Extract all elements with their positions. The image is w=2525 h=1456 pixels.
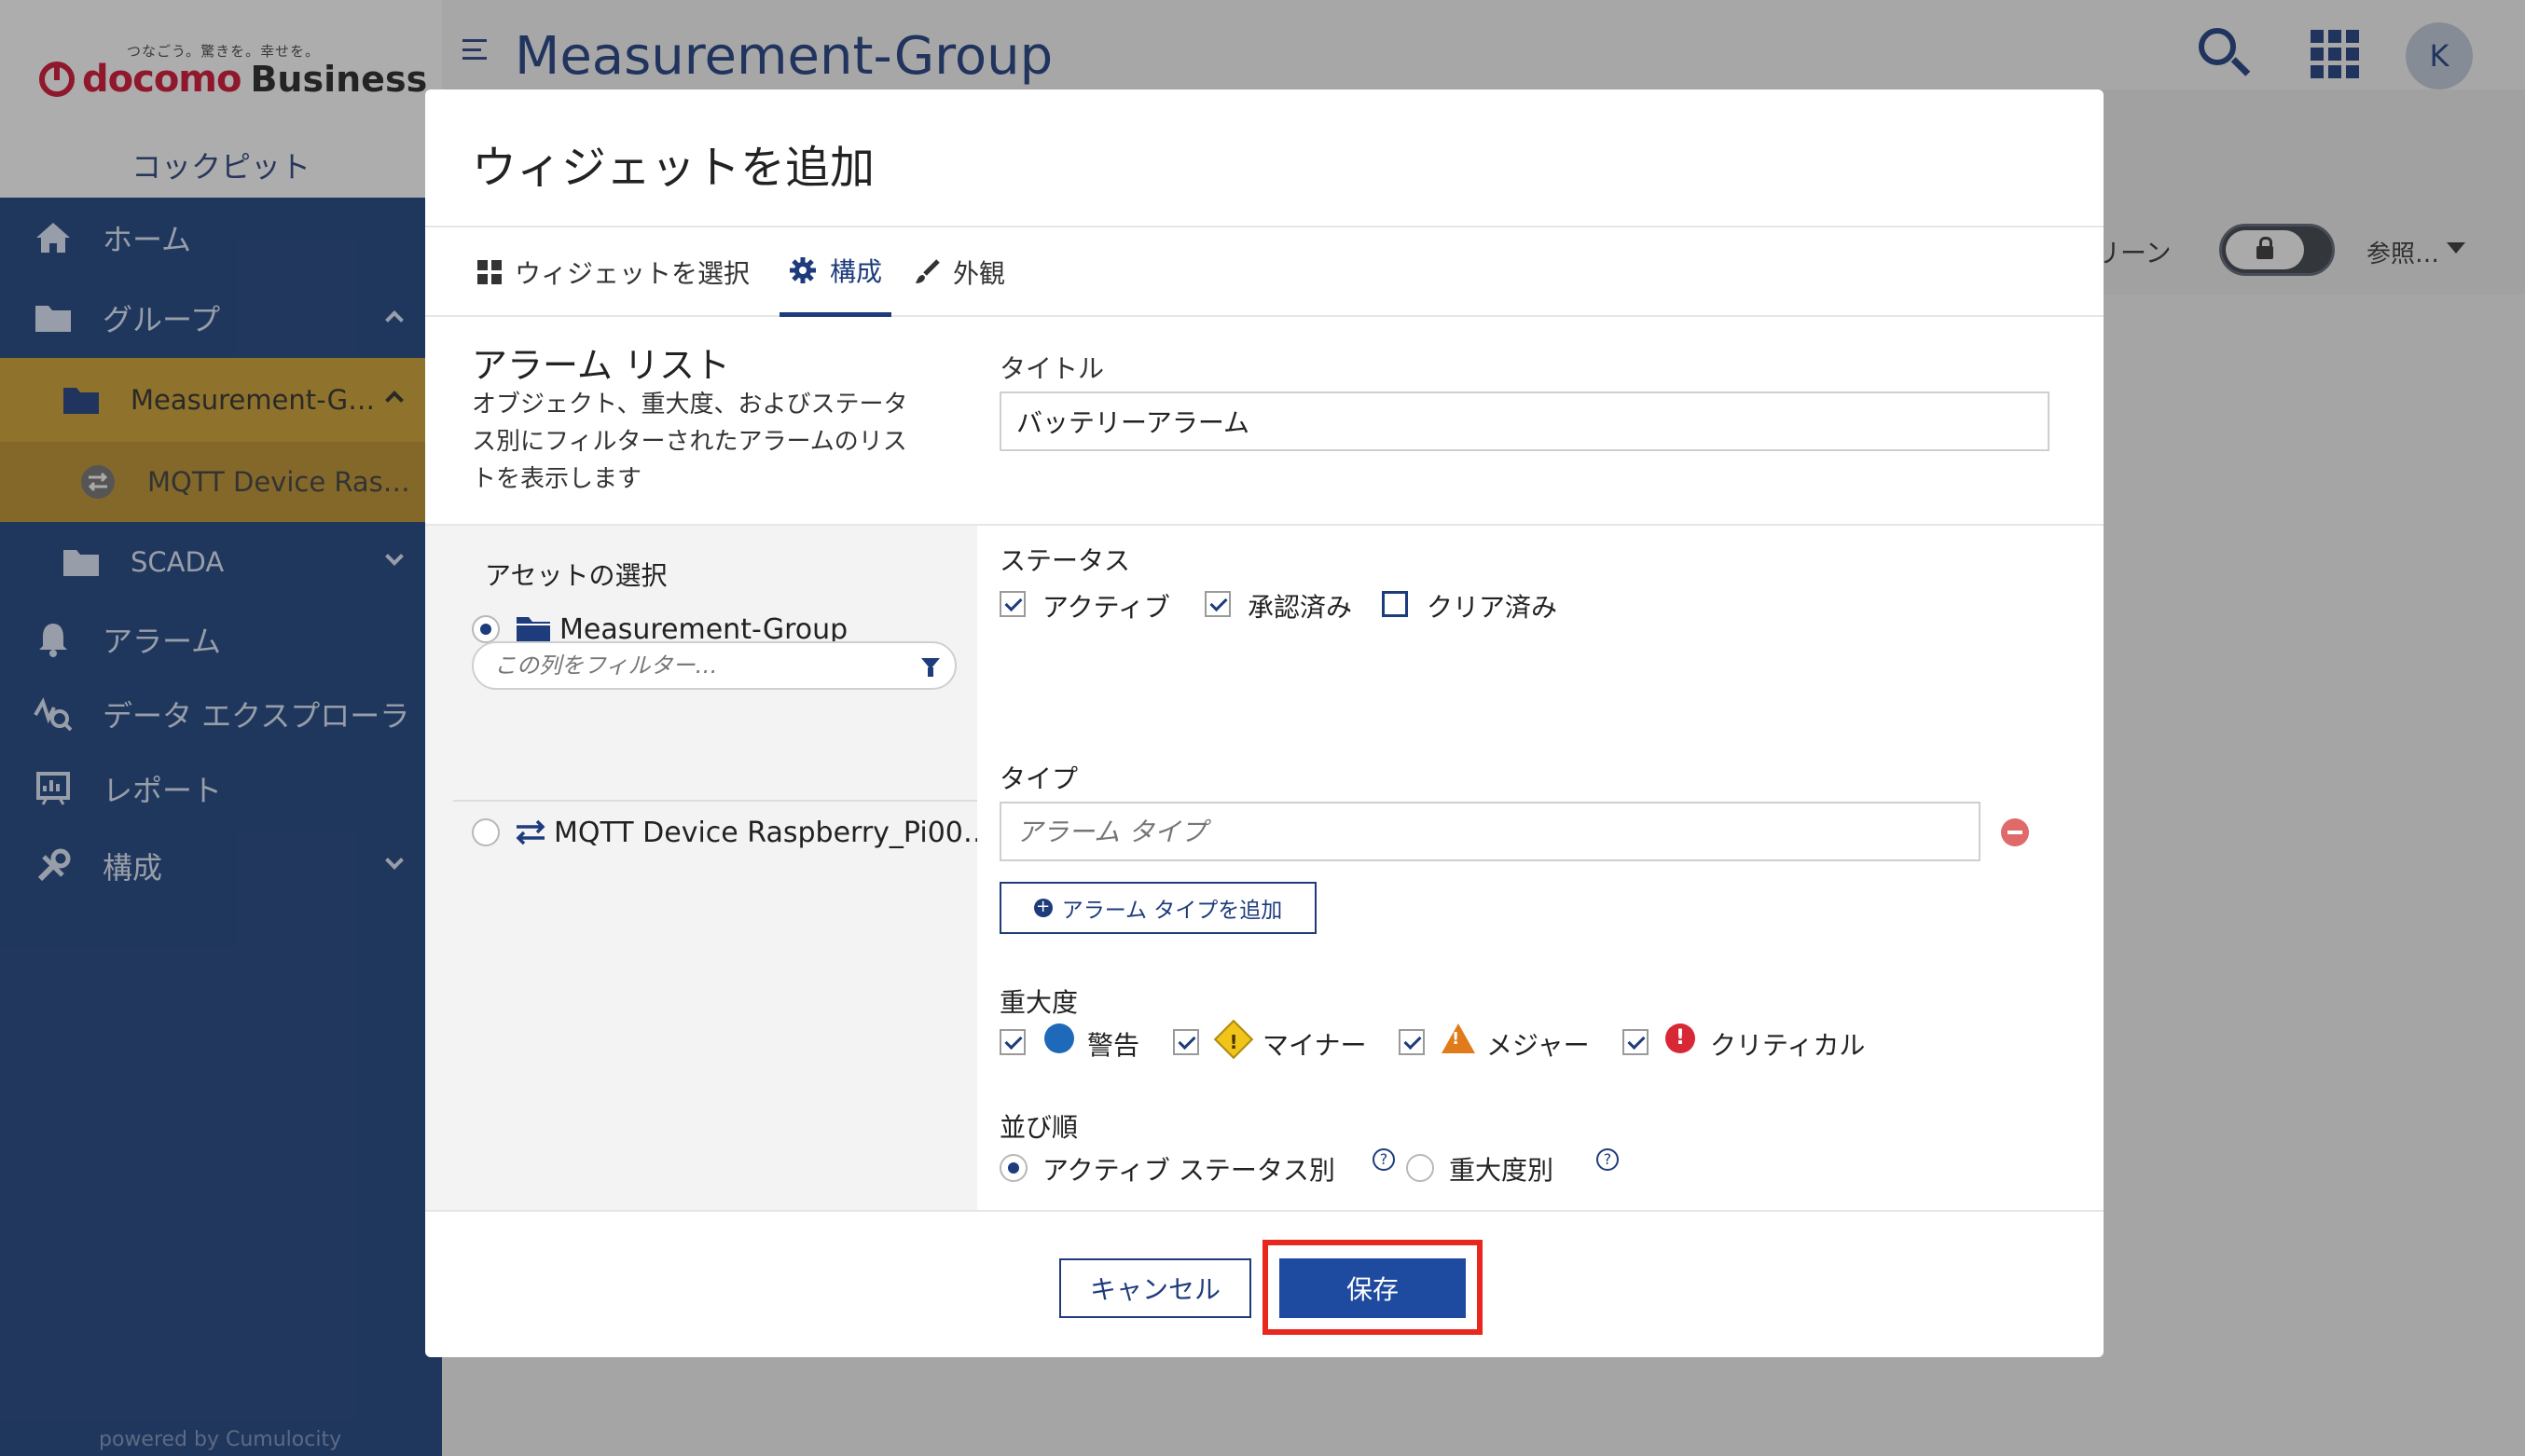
type-label: タイプ [1000, 763, 1079, 794]
status-option-label: アクティブ [1042, 592, 1170, 623]
save-button[interactable]: 保存 [1279, 1258, 1466, 1318]
tab-configuration[interactable]: 構成 [780, 227, 892, 317]
plus-circle-icon: + [1033, 899, 1053, 917]
status-cleared-checkbox[interactable] [1382, 591, 1408, 617]
grid-icon [477, 260, 502, 284]
status-active-checkbox[interactable] [1000, 591, 1026, 617]
severity-minor-checkbox[interactable] [1173, 1029, 1199, 1055]
order-label: 並び順 [1000, 1112, 1079, 1143]
minor-severity-icon: ! [1213, 1019, 1254, 1060]
order-option-label: 重大度別 [1449, 1155, 1554, 1186]
tab-label: 構成 [830, 255, 883, 287]
order-by-severity-radio[interactable] [1406, 1154, 1434, 1182]
remove-type-icon[interactable] [2001, 818, 2029, 846]
severity-major-checkbox[interactable] [1399, 1029, 1425, 1055]
asset-name-child[interactable]: MQTT Device Raspberry_Pi00… [554, 817, 977, 849]
major-severity-icon: ! [1442, 1023, 1475, 1053]
widget-description: オブジェクト、重大度、およびステータ ス別にフィルターされたアラームのリス トを… [472, 386, 957, 498]
order-option-label: アクティブ ステータス別 [1042, 1155, 1335, 1186]
dialog-tabs: ウィジェットを選択 構成 外観 [425, 227, 2104, 317]
widget-description-line: トを表示します [472, 465, 642, 493]
transfer-icon [515, 818, 546, 850]
cancel-button[interactable]: キャンセル [1059, 1258, 1251, 1318]
severity-critical-checkbox[interactable] [1622, 1029, 1649, 1055]
add-widget-dialog: ウィジェットを追加 ウィジェットを選択 構成 外観 アラーム リスト オブジェク… [425, 89, 2104, 1357]
add-alarm-type-button[interactable]: + アラーム タイプを追加 [1000, 882, 1317, 934]
help-icon[interactable]: ? [1596, 1148, 1619, 1171]
severity-warning-checkbox[interactable] [1000, 1029, 1026, 1055]
dialog-header: ウィジェットを追加 [425, 89, 2104, 227]
asset-selector-label: アセットの選択 [485, 560, 668, 591]
brush-icon [914, 259, 940, 285]
asset-filter[interactable] [472, 641, 957, 690]
severity-option-label: クリティカル [1710, 1030, 1866, 1061]
status-acknowledged-checkbox[interactable] [1205, 591, 1231, 617]
asset-radio-mqtt-device[interactable] [472, 818, 500, 846]
critical-severity-icon: ! [1665, 1023, 1695, 1053]
widget-description-line: ス別にフィルターされたアラームのリス [472, 428, 907, 456]
asset-selector: アセットの選択 Measurement-Group MQTT Device Ra… [425, 526, 977, 1210]
order-by-active-radio[interactable] [1000, 1154, 1028, 1182]
divider [453, 800, 977, 802]
alarm-type-input[interactable] [1000, 802, 1980, 861]
title-input[interactable] [1000, 391, 2049, 451]
status-label: ステータス [1000, 545, 1131, 576]
severity-label: 重大度 [1000, 987, 1079, 1018]
title-label: タイトル [1000, 353, 1105, 384]
alarm-config: ステータス アクティブ 承認済み クリア済み タイプ + アラーム タイプを追加… [977, 526, 2104, 1210]
tab-label: ウィジェットを選択 [515, 258, 751, 289]
tab-select-widget[interactable]: ウィジェットを選択 [477, 227, 750, 317]
severity-option-label: 警告 [1087, 1030, 1140, 1061]
widget-name: アラーム リスト [472, 345, 730, 386]
filter-icon[interactable] [921, 658, 940, 677]
severity-option-label: マイナー [1262, 1030, 1367, 1061]
add-alarm-type-label: アラーム タイプを追加 [1061, 899, 1283, 923]
tab-appearance[interactable]: 外観 [914, 227, 1005, 317]
status-option-label: クリア済み [1427, 592, 1558, 623]
severity-option-label: メジャー [1486, 1030, 1590, 1061]
warning-severity-icon [1044, 1023, 1074, 1053]
asset-radio-measurement-group[interactable] [472, 615, 500, 643]
widget-description-line: オブジェクト、重大度、およびステータ [472, 391, 908, 419]
gear-icon [789, 256, 817, 284]
widget-info: アラーム リスト オブジェクト、重大度、およびステータ ス別にフィルターされたア… [472, 347, 957, 498]
tab-label: 外観 [953, 258, 1006, 289]
help-icon[interactable]: ? [1373, 1148, 1395, 1171]
dialog-title: ウィジェットを追加 [472, 142, 876, 194]
asset-filter-input[interactable] [494, 649, 886, 682]
dialog-footer: キャンセル 保存 [425, 1210, 2104, 1357]
status-option-label: 承認済み [1248, 592, 1353, 623]
